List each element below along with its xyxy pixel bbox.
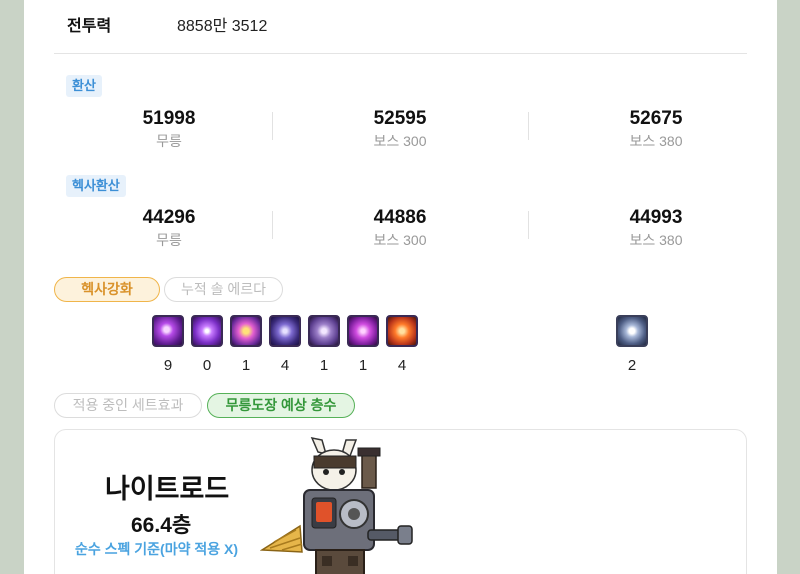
stat-label: 보스 300 (373, 232, 427, 248)
hexa-skill-2-icon (191, 315, 223, 347)
hexa-conversion-tag: 헥사환산 (66, 175, 126, 197)
skill-level: 0 (202, 357, 212, 374)
skill-level: 4 (280, 357, 290, 374)
job-name: 나이트로드 (105, 474, 230, 504)
profile-card: 전투력 8858만 3512 환산 51998 무릉 52595 보스 300 … (24, 0, 777, 574)
hexa-skill-6-icon (347, 315, 379, 347)
conversion-stats: 51998 무릉 52595 보스 300 52675 보스 380 (54, 108, 744, 152)
stat-label: 보스 380 (629, 232, 683, 248)
boss-character-image (260, 436, 413, 574)
tab-set-effect[interactable]: 적용 중인 세트효과 (54, 393, 202, 418)
skill-level: 1 (319, 357, 329, 374)
column-divider (272, 112, 273, 140)
stat-label: 무릉 (156, 133, 182, 149)
column-divider (528, 211, 529, 239)
floor-note: 순수 스펙 기준(마약 적용 X) (75, 541, 239, 557)
stat-label: 보스 300 (373, 133, 427, 149)
hexa-skill-5-icon (308, 315, 340, 347)
hexa-stat-boss-300: 44886 보스 300 (285, 207, 515, 250)
tab-mureung-floor[interactable]: 무릉도장 예상 층수 (207, 393, 355, 418)
hexa-stat-mureung: 44296 무릉 (54, 207, 284, 250)
hexa-stat-boss-380: 44993 보스 380 (541, 207, 771, 250)
conversion-stat-mureung: 51998 무릉 (54, 108, 284, 151)
mureung-floor-card: 나이트로드 66.4층 순수 스펙 기준(마약 적용 X) (54, 429, 747, 574)
hexa-skill-4-icon (269, 315, 301, 347)
column-divider (528, 112, 529, 140)
stat-value: 52595 (373, 108, 427, 129)
expected-floor: 66.4층 (131, 514, 192, 537)
conversion-stat-boss-300: 52595 보스 300 (285, 108, 515, 151)
skill-level: 4 (397, 357, 407, 374)
tab-sol-erda[interactable]: 누적 솔 에르다 (164, 277, 283, 302)
skill-level: 1 (358, 357, 368, 374)
conversion-tag: 환산 (66, 75, 102, 97)
hexa-stat-icon (616, 315, 648, 347)
column-divider (272, 211, 273, 239)
combat-power-value: 8858만 3512 (177, 18, 268, 35)
stat-value: 52675 (629, 108, 683, 129)
hexa-skill-7-icon (386, 315, 418, 347)
stat-value: 44886 (373, 207, 427, 228)
conversion-stat-boss-380: 52675 보스 380 (541, 108, 771, 151)
stat-value: 44296 (142, 207, 196, 228)
stat-value: 51998 (142, 108, 196, 129)
tab-hexa-enhance[interactable]: 헥사강화 (54, 277, 160, 302)
stat-label: 무릉 (156, 232, 182, 248)
hexa-conversion-stats: 44296 무릉 44886 보스 300 44993 보스 380 (54, 207, 744, 251)
divider (54, 53, 747, 54)
hexa-skill-3-icon (230, 315, 262, 347)
stat-label: 보스 380 (629, 133, 683, 149)
skill-level: 1 (241, 357, 251, 374)
hexa-skill-1-icon (152, 315, 184, 347)
skill-level: 9 (163, 357, 173, 374)
combat-power-label: 전투력 (67, 18, 112, 35)
skill-level: 2 (627, 357, 637, 374)
stat-value: 44993 (629, 207, 683, 228)
